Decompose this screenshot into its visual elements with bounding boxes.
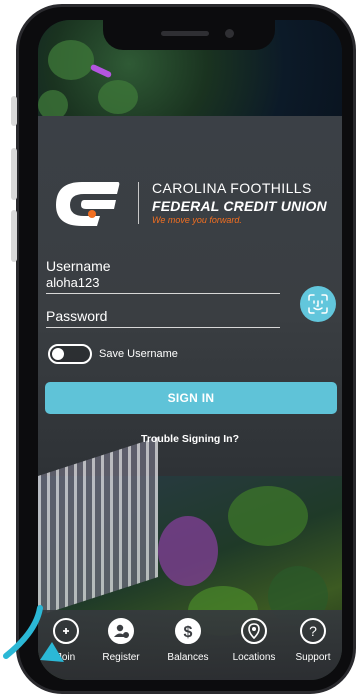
tab-support[interactable]: ? Support: [281, 618, 342, 663]
register-icon: [108, 618, 134, 644]
credit-union-logo-icon: [56, 182, 120, 226]
username-field[interactable]: Username aloha123: [46, 258, 280, 294]
save-username-label: Save Username: [99, 348, 178, 360]
phone-side-button: [11, 148, 17, 200]
username-label: Username: [46, 258, 111, 274]
phone-side-button: [11, 210, 17, 262]
tab-balances[interactable]: $ Balances: [156, 618, 220, 663]
svg-text:?: ?: [309, 623, 317, 639]
face-id-button[interactable]: [300, 286, 336, 322]
tab-register-label: Register: [102, 652, 140, 663]
phone-side-button: [11, 96, 17, 126]
toggle-knob: [52, 348, 64, 360]
question-icon: ?: [300, 618, 326, 644]
sign-in-button[interactable]: SIGN IN: [45, 382, 337, 414]
annotation-arrow-icon: [3, 605, 64, 662]
tab-balances-label: Balances: [167, 652, 209, 663]
brand-name-line1: CAROLINA FOOTHILLS: [152, 180, 312, 196]
svg-text:$: $: [184, 624, 193, 641]
phone-notch: [103, 16, 275, 50]
password-field[interactable]: Password: [46, 308, 280, 328]
front-camera: [225, 29, 234, 38]
speaker-grille: [161, 31, 209, 36]
brand-name-line2: FEDERAL CREDIT UNION: [152, 198, 327, 214]
tab-support-label: Support: [295, 652, 331, 663]
logo-divider: [138, 182, 139, 224]
tab-register[interactable]: Register: [89, 618, 153, 663]
brand-tagline: We move you forward.: [152, 215, 242, 225]
password-label: Password: [46, 308, 108, 324]
app-screen: CAROLINA FOOTHILLS FEDERAL CREDIT UNION …: [38, 20, 342, 680]
background-photo-overlay: [38, 116, 342, 476]
username-value[interactable]: aloha123: [46, 275, 280, 290]
save-username-toggle[interactable]: [48, 344, 92, 364]
trouble-signing-in-link[interactable]: Trouble Signing In?: [38, 433, 342, 445]
location-pin-icon: [241, 618, 267, 644]
tab-locations-label: Locations: [232, 652, 276, 663]
tab-locations[interactable]: Locations: [222, 618, 286, 663]
face-id-icon: [308, 294, 328, 314]
bottom-tab-bar: Join Register $ Balances Locations ? Sup…: [38, 610, 342, 680]
dollar-icon: $: [175, 618, 201, 644]
